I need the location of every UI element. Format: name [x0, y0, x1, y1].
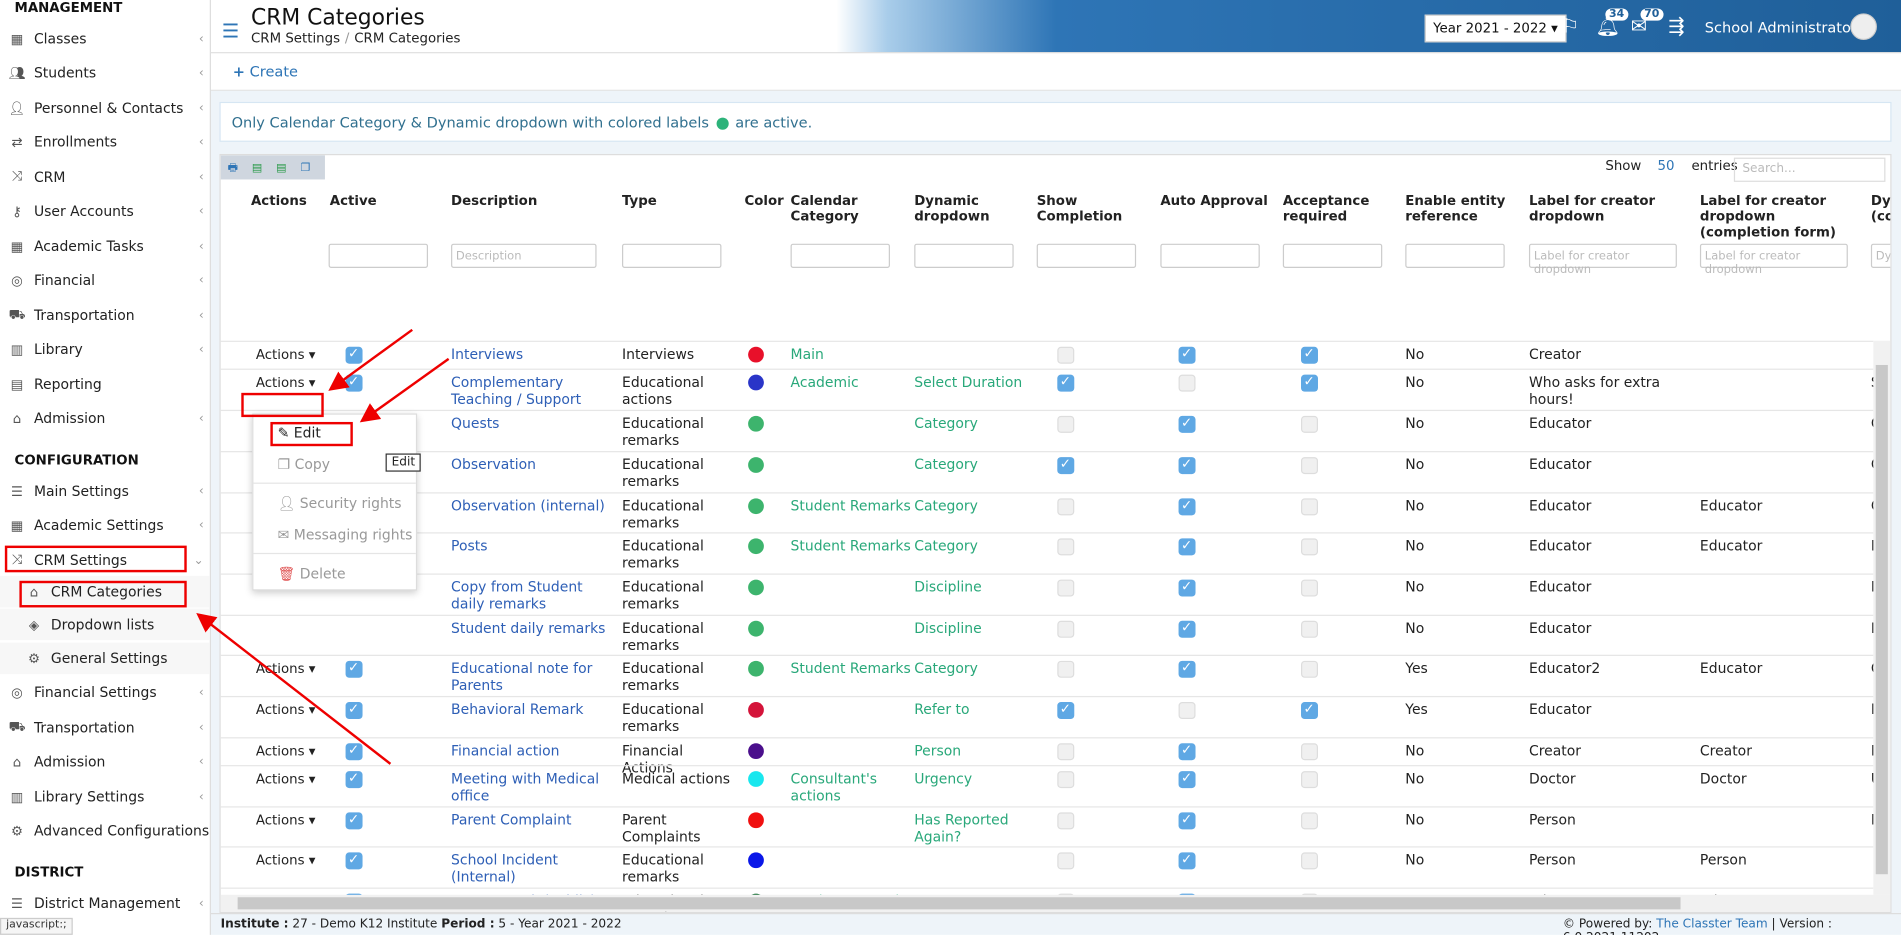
footer: Institute : 27 - Demo K12 Institute Peri… — [210, 913, 1901, 935]
classter-team-link[interactable]: The Classter Team — [1656, 918, 1767, 931]
browser-status: javascript:; — [0, 917, 73, 935]
copyright-icon: © — [1562, 917, 1576, 932]
annotation-arrows — [196, 328, 450, 765]
